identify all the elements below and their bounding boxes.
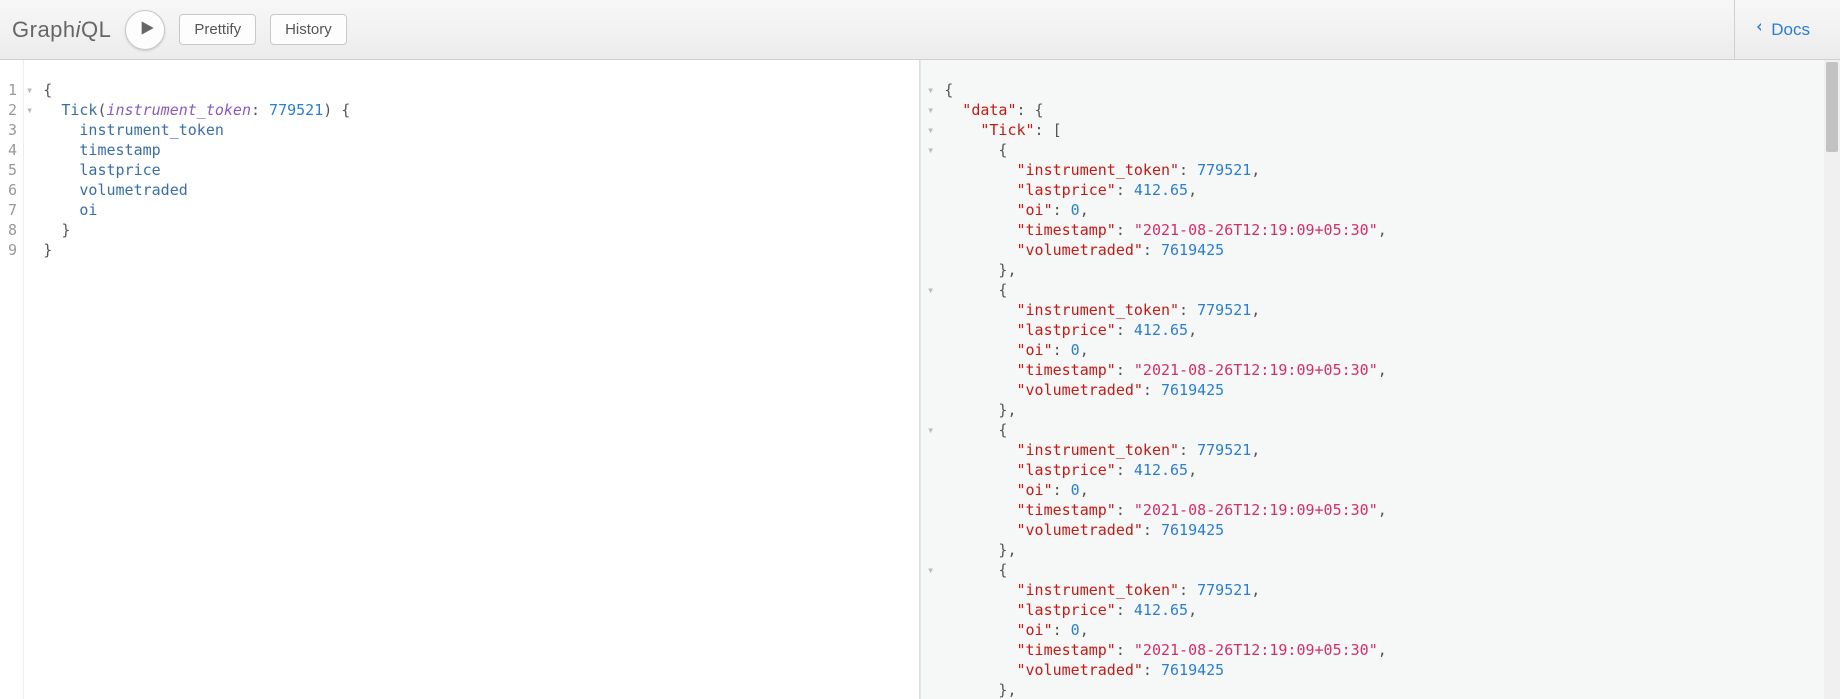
- docs-label: Docs: [1771, 20, 1810, 40]
- panes: 1 2 3 4 5 6 7 8 9 ▾ ▾ { Tick(instrument_…: [0, 60, 1840, 699]
- result-fold-gutter[interactable]: ▾ ▾ ▾ ▾ ▾ ▾ ▾: [921, 60, 938, 699]
- prettify-button[interactable]: Prettify: [179, 14, 256, 45]
- scrollbar-thumb[interactable]: [1826, 62, 1838, 152]
- docs-button[interactable]: Docs: [1753, 18, 1810, 41]
- app-title: GraphiQL: [12, 17, 111, 43]
- execute-button[interactable]: [125, 10, 165, 50]
- history-button[interactable]: History: [270, 14, 347, 45]
- play-icon: [136, 20, 155, 39]
- scrollbar[interactable]: [1824, 60, 1840, 699]
- query-editor[interactable]: 1 2 3 4 5 6 7 8 9 ▾ ▾ { Tick(instrument_…: [0, 60, 920, 699]
- chevron-left-icon: [1753, 18, 1765, 41]
- query-code[interactable]: { Tick(instrument_token: 779521) { instr…: [37, 60, 360, 699]
- fold-gutter[interactable]: ▾ ▾: [24, 60, 37, 699]
- result-code: { "data": { "Tick": [ { "instrument_toke…: [938, 60, 1840, 699]
- toolbar: GraphiQL Prettify History Docs: [0, 0, 1840, 60]
- result-viewer: ▾ ▾ ▾ ▾ ▾ ▾ ▾ { "data": { "Tick": [ { "i…: [920, 60, 1840, 699]
- docs-section: Docs: [1734, 0, 1828, 59]
- line-gutter: 1 2 3 4 5 6 7 8 9: [0, 60, 24, 699]
